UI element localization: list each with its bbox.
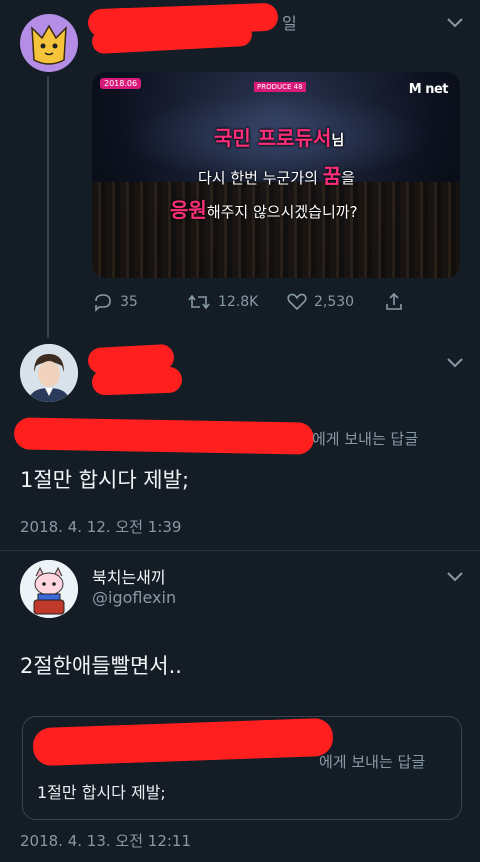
retweet-action[interactable]: 12.8K xyxy=(186,292,258,312)
caption-line-2-em: 꿈 xyxy=(322,164,342,188)
caption-line-1-main: 국민 프로듀서 xyxy=(214,126,332,150)
avatar[interactable] xyxy=(20,344,78,402)
reply-to-label: 에게 보내는 답글 xyxy=(312,430,419,448)
chevron-down-icon[interactable] xyxy=(444,16,466,30)
caption-line-1-suffix: 님 xyxy=(331,133,345,149)
share-action[interactable] xyxy=(384,292,404,312)
tweet-timestamp[interactable]: 2018. 4. 13. 오전 12:11 xyxy=(20,830,191,851)
drummer-cat-avatar-icon xyxy=(20,560,78,618)
redacted-reply-target xyxy=(13,417,315,455)
redacted-handle xyxy=(91,366,183,396)
tweet-media-image[interactable]: 2018.06 PRODUCE 48 M net 국민 프로듀서님 다시 한번 … xyxy=(92,72,460,278)
chevron-down-icon[interactable] xyxy=(444,356,466,370)
caption: 국민 프로듀서님 다시 한번 누군가의 꿈을 응원해주지 않으시겠습니까? xyxy=(152,122,420,234)
user-handle[interactable]: @igoflexin xyxy=(92,588,176,607)
cartoon-avatar-icon xyxy=(31,24,67,65)
caption-line-2-post: 을 xyxy=(341,169,355,187)
caption-line-2-pre: 다시 한번 누군가의 xyxy=(198,169,323,187)
like-action[interactable]: 2,530 xyxy=(286,292,354,312)
tweet-timestamp[interactable]: 2018. 4. 12. 오전 1:39 xyxy=(20,516,181,537)
reply-action[interactable]: 35 xyxy=(92,292,138,312)
reply-count: 35 xyxy=(120,294,138,310)
caption-line-2: 다시 한번 누군가의 꿈을 xyxy=(198,160,355,189)
like-icon xyxy=(287,293,307,311)
tweet-text: 1절만 합시다 제발; xyxy=(20,468,190,492)
quoted-tweet[interactable]: 에게 보내는 답글 1절만 합시다 제발; xyxy=(22,716,462,820)
program-tag-2: PRODUCE 48 xyxy=(254,82,306,92)
tweet-text: 2절한애들빨면서.. xyxy=(20,654,182,678)
thread-line xyxy=(47,76,49,338)
chevron-down-icon[interactable] xyxy=(444,570,466,584)
reply-icon xyxy=(95,294,111,312)
caption-line-3-em: 응원 xyxy=(170,198,207,222)
like-count: 2,530 xyxy=(314,294,355,310)
program-tag: 2018.06 xyxy=(100,78,142,89)
redacted-reply-target xyxy=(32,717,334,767)
divider xyxy=(0,550,480,551)
caption-line-3: 응원해주지 않으시겠습니까? xyxy=(170,194,358,223)
display-name[interactable]: 북치는새끼 xyxy=(92,564,166,588)
avatar[interactable] xyxy=(20,560,78,618)
caption-line-3-post: 해주지 않으시겠습니까? xyxy=(206,203,358,221)
quoted-text: 1절만 합시다 제발; xyxy=(37,783,166,802)
person-avatar-icon xyxy=(20,344,78,402)
reply-to-label: 에게 보내는 답글 xyxy=(319,753,426,771)
channel-logo: M net xyxy=(408,82,449,97)
retweet-count: 12.8K xyxy=(218,294,259,310)
retweet-icon xyxy=(188,294,210,310)
share-icon xyxy=(386,292,402,310)
date-suffix: 일 xyxy=(282,14,297,33)
caption-line-1: 국민 프로듀서님 xyxy=(214,122,344,151)
avatar[interactable] xyxy=(20,14,78,72)
